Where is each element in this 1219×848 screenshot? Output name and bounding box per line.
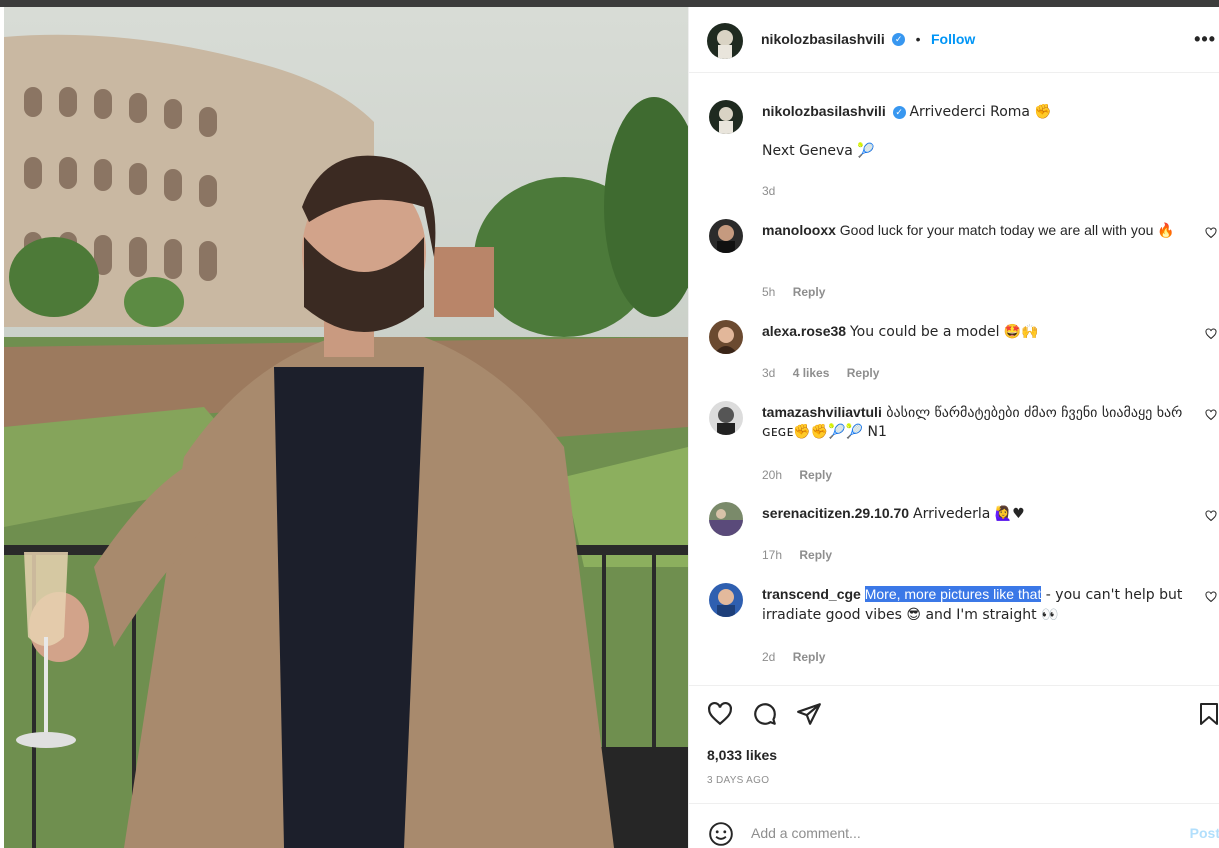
comment-meta: 5h Reply [762,285,839,299]
commenter-avatar[interactable] [709,401,743,435]
bookmark-icon[interactable] [1197,701,1219,727]
comment-text: transcend_cge More, more pictures like t… [762,585,1202,625]
comment-icon[interactable] [752,701,778,727]
share-icon[interactable] [796,701,822,727]
caption-time: 3d [762,184,776,198]
comment-body: Arrivederla 🙋‍♀️♥ [913,506,1025,522]
caption-item: nikolozbasilashvili ✓ Arrivederci Roma ✊… [709,100,1209,200]
comment-text: serenacitizen.29.10.70 Arrivederla 🙋‍♀️♥ [762,504,1202,524]
comment-meta: 20h Reply [762,468,846,482]
caption-line1: Arrivederci Roma ✊ [909,104,1052,120]
header-user-line: nikolozbasilashvili ✓ • Follow [761,31,975,49]
comment-username[interactable]: alexa.rose38 [762,323,846,339]
posted-time: 3 DAYS AGO [707,775,770,786]
like-comment-icon[interactable] [1205,591,1217,603]
comment-username[interactable]: transcend_cge [762,586,861,602]
add-comment-bar: Add a comment... Post [689,803,1219,848]
comment-input[interactable]: Add a comment... [751,825,861,841]
commenter-avatar[interactable] [709,320,743,354]
comment-likes[interactable]: 4 likes [793,366,830,380]
author-avatar[interactable] [709,100,743,134]
post-header: nikolozbasilashvili ✓ • Follow ••• [689,7,1219,73]
comment-meta: 3d 4 likes Reply [762,366,893,380]
author-avatar[interactable] [707,23,743,59]
emoji-icon[interactable] [708,821,734,847]
comment-time: 3d [762,366,776,380]
photo-illustration [4,7,688,848]
like-comment-icon[interactable] [1205,227,1217,239]
follow-button[interactable]: Follow [931,31,975,47]
caption-meta: 3d [762,184,789,198]
comment-time: 20h [762,468,783,482]
more-icon[interactable]: ••• [1194,29,1216,50]
separator-dot: • [915,31,921,47]
likes-count[interactable]: 8,033 likes [707,747,777,763]
comment-time: 17h [762,548,783,562]
comment-item: tamazashviliavtuli ბასილ წარმატებები ძმა… [709,401,1217,482]
author-username[interactable]: nikolozbasilashvili [761,31,885,47]
comment-body: Good luck for your match today we are al… [839,222,1175,238]
post-comment-button[interactable]: Post [1190,825,1219,841]
like-comment-icon[interactable] [1205,510,1217,522]
reply-button[interactable]: Reply [793,285,826,299]
caption-line2: Next Geneva 🎾 [762,143,875,159]
post-side-panel: nikolozbasilashvili ✓ • Follow ••• nikol… [688,7,1219,848]
reply-button[interactable]: Reply [799,468,832,482]
commenter-avatar[interactable] [709,219,743,253]
comment-text: tamazashviliavtuli ბასილ წარმატებები ძმა… [762,403,1202,442]
post-photo[interactable] [4,7,688,848]
comment-body: You could be a model 🤩🙌 [849,324,1039,340]
like-comment-icon[interactable] [1205,328,1217,340]
comment-item: manolooxx Good luck for your match today… [709,219,1217,299]
comment-time: 2d [762,650,776,664]
browser-top-strip [0,0,1219,7]
comment-username[interactable]: serenacitizen.29.10.70 [762,505,909,521]
comment-text: manolooxx Good luck for your match today… [762,221,1202,240]
commenter-avatar[interactable] [709,583,743,617]
selected-text: More, more pictures like that [864,586,1042,602]
reply-button[interactable]: Reply [793,650,826,664]
reply-button[interactable]: Reply [847,366,880,380]
commenter-avatar[interactable] [709,502,743,536]
verified-icon: ✓ [892,105,906,119]
heart-icon[interactable] [707,701,733,727]
like-comment-icon[interactable] [1205,409,1217,421]
comment-item: serenacitizen.29.10.70 Arrivederla 🙋‍♀️♥… [709,502,1217,562]
comment-meta: 17h Reply [762,548,846,562]
reply-button[interactable]: Reply [799,548,832,562]
post-actions: 8,033 likes 3 DAYS AGO [689,685,1219,803]
comment-username[interactable]: manolooxx [762,222,836,238]
verified-icon: ✓ [892,33,906,47]
caption-username[interactable]: nikolozbasilashvili [762,103,886,119]
comment-username[interactable]: tamazashviliavtuli [762,404,882,420]
comment-item: transcend_cge More, more pictures like t… [709,583,1217,664]
comment-time: 5h [762,285,776,299]
comment-meta: 2d Reply [762,650,839,664]
comment-item: alexa.rose38 You could be a model 🤩🙌 3d … [709,320,1217,380]
caption-text: nikolozbasilashvili ✓ Arrivederci Roma ✊… [762,102,1202,161]
comments-list[interactable]: nikolozbasilashvili ✓ Arrivederci Roma ✊… [689,73,1219,685]
comment-text: alexa.rose38 You could be a model 🤩🙌 [762,322,1202,342]
